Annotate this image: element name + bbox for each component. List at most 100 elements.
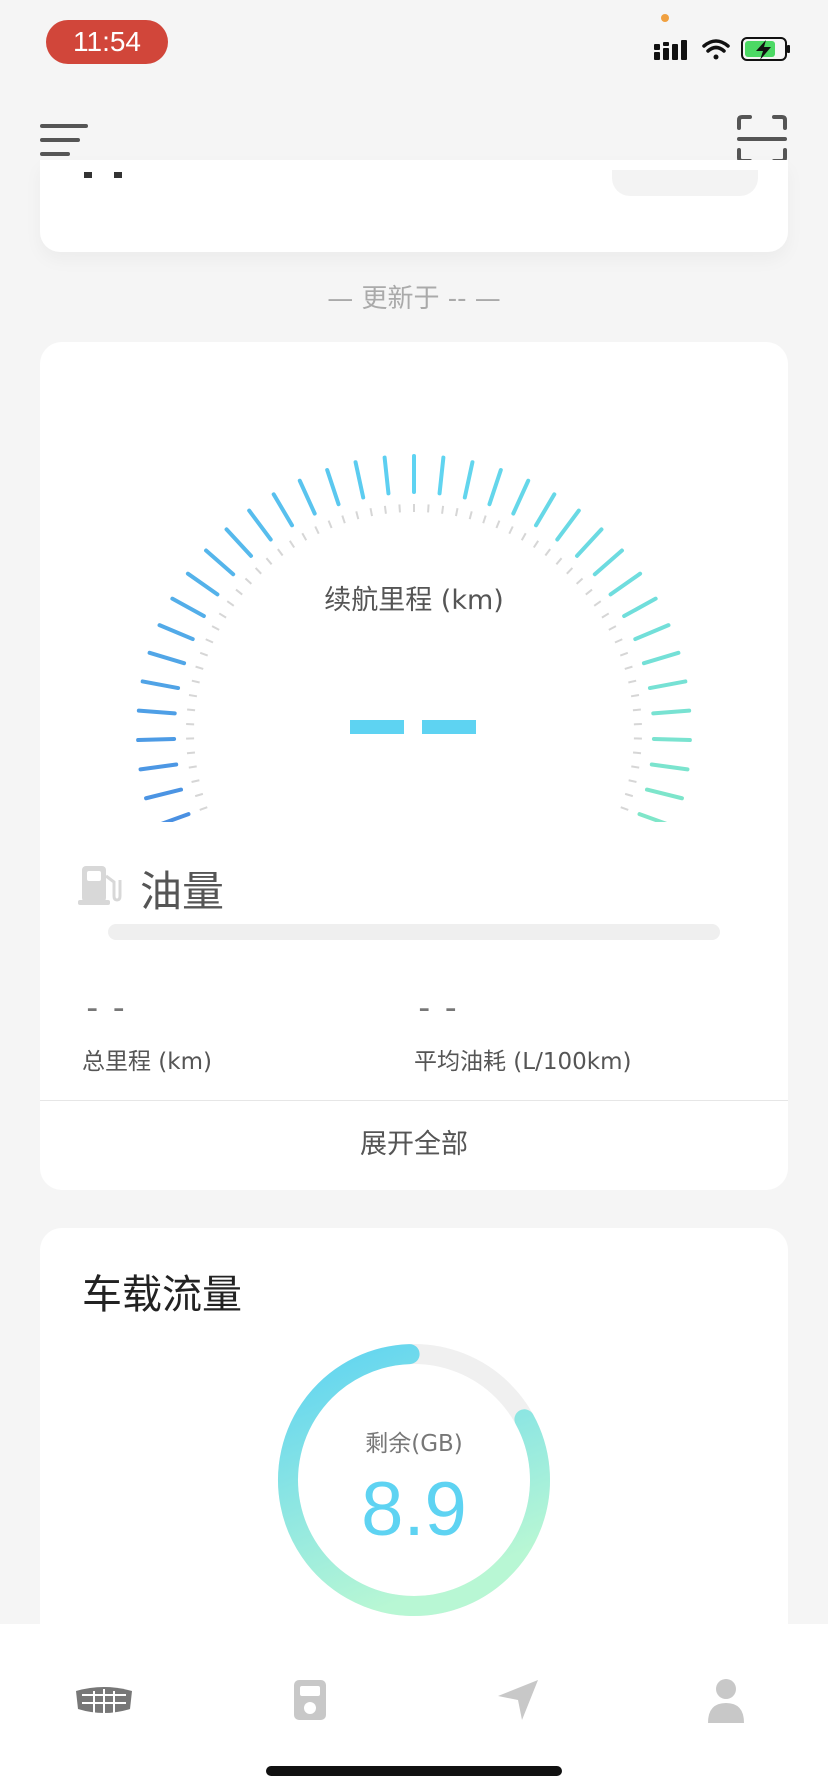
- range-value-placeholder: [422, 720, 476, 734]
- range-value-placeholder: [350, 720, 404, 734]
- wifi-icon: [702, 39, 730, 60]
- gauge-minor-tick: [191, 779, 200, 783]
- gauge-major-tick: [462, 460, 475, 500]
- remaining-data-label: 剩余(GB): [365, 1431, 463, 1457]
- gauge-minor-tick: [186, 751, 196, 755]
- gauge-major-tick: [437, 455, 446, 496]
- avg-fuel-consumption-label: 平均油耗 (L/100km): [414, 1049, 632, 1075]
- gauge-minor-tick: [277, 548, 284, 557]
- gauge-major-tick: [637, 812, 668, 822]
- gauge-minor-tick: [301, 532, 308, 541]
- gauge-minor-tick: [520, 532, 527, 541]
- gauge-major-tick: [204, 548, 236, 577]
- gauge-minor-tick: [608, 625, 617, 631]
- gauge-minor-tick: [194, 792, 204, 798]
- menu-icon[interactable]: [38, 120, 90, 160]
- gauge-minor-tick: [211, 625, 220, 631]
- gauge-major-tick: [641, 650, 681, 666]
- gauge-minor-tick: [188, 694, 198, 698]
- gauge-minor-tick: [566, 567, 574, 575]
- gauge-minor-tick: [254, 567, 262, 575]
- tab-car[interactable]: [64, 1660, 144, 1740]
- gauge-minor-tick: [508, 526, 514, 535]
- gauge-major-tick: [297, 478, 317, 516]
- status-time: 11:54: [46, 20, 168, 64]
- signal-icon: [654, 40, 687, 60]
- gauge-minor-tick: [614, 638, 623, 644]
- gauge-major-tick: [651, 708, 692, 716]
- gauge-major-tick: [555, 508, 581, 542]
- gauge-minor-tick: [199, 651, 209, 657]
- gauge-minor-tick: [369, 507, 374, 517]
- gauge-minor-tick: [619, 651, 629, 657]
- gauge-minor-tick: [314, 526, 320, 535]
- gauge-major-tick: [140, 679, 181, 691]
- gauge-major-tick: [647, 679, 688, 691]
- range-label: 续航里程 (km): [324, 585, 504, 616]
- gauge-major-tick: [160, 812, 191, 822]
- gauge-minor-tick: [441, 505, 445, 514]
- gauge-minor-tick: [482, 515, 487, 524]
- car-brand-icon: [76, 1687, 132, 1715]
- gauge-major-tick: [271, 492, 294, 528]
- gauge-minor-tick: [632, 751, 642, 755]
- gauge-major-tick: [574, 527, 604, 558]
- tab-profile[interactable]: [686, 1660, 766, 1740]
- battery-charging-icon: [741, 37, 790, 61]
- gauge-minor-tick: [288, 540, 296, 549]
- gauge-minor-tick: [199, 806, 208, 811]
- fuel-level-bar: [108, 924, 720, 940]
- gauge-major-tick: [147, 650, 187, 666]
- gauge-minor-tick: [620, 806, 629, 811]
- gauge-major-tick: [651, 736, 692, 743]
- total-mileage-label: 总里程 (km): [82, 1049, 212, 1075]
- gauge-major-tick: [325, 468, 341, 507]
- charging-station-icon: [294, 1680, 326, 1720]
- gauge-minor-tick: [195, 665, 204, 670]
- clipped-text: [84, 172, 128, 178]
- gauge-minor-tick: [191, 679, 200, 684]
- gauge-minor-tick: [398, 504, 401, 513]
- gauge-major-tick: [534, 492, 557, 528]
- gauge-minor-tick: [624, 792, 634, 798]
- scan-icon[interactable]: [736, 114, 788, 164]
- gauge-minor-tick: [468, 511, 473, 520]
- gauge-minor-tick: [555, 557, 563, 565]
- gauge-minor-tick: [188, 765, 197, 769]
- gauge-minor-tick: [631, 765, 640, 769]
- privacy-indicator-dot: [661, 14, 669, 22]
- person-icon: [708, 1679, 744, 1723]
- gauge-major-tick: [247, 508, 273, 542]
- gauge-major-tick: [511, 478, 531, 516]
- gauge-minor-tick: [383, 505, 387, 514]
- gauge-minor-tick: [341, 515, 346, 524]
- gauge-minor-tick: [265, 557, 273, 565]
- gauge-minor-tick: [205, 638, 214, 644]
- status-icons: [654, 37, 790, 61]
- tab-station[interactable]: [270, 1660, 350, 1740]
- gauge-major-tick: [382, 455, 391, 496]
- gauge-minor-tick: [495, 520, 501, 529]
- gauge-minor-tick: [628, 779, 637, 783]
- fuel-pump-icon: [78, 866, 122, 905]
- gauge-major-tick: [644, 787, 684, 801]
- home-indicator: [266, 1766, 562, 1776]
- expand-all-button[interactable]: 展开全部: [40, 1101, 788, 1189]
- gauge-major-tick: [353, 460, 366, 500]
- gauge-major-tick: [144, 787, 184, 801]
- data-usage-title: 车载流量: [82, 1272, 242, 1318]
- gauge-major-tick: [136, 708, 177, 716]
- gauge-major-tick: [136, 736, 177, 743]
- updated-timestamp: — 更新于 -- —: [327, 284, 501, 314]
- vehicle-summary-button[interactable]: [612, 170, 758, 196]
- tab-navigation[interactable]: [478, 1660, 558, 1740]
- gauge-minor-tick: [628, 679, 637, 684]
- gauge-minor-tick: [544, 548, 551, 557]
- navigation-arrow-icon: [498, 1680, 538, 1720]
- gauge-minor-tick: [632, 708, 641, 712]
- gauge-minor-tick: [187, 708, 196, 712]
- total-mileage-value: --: [82, 988, 135, 1028]
- gauge-major-tick: [487, 468, 503, 507]
- gauge-minor-tick: [355, 511, 360, 520]
- gauge-minor-tick: [630, 694, 640, 698]
